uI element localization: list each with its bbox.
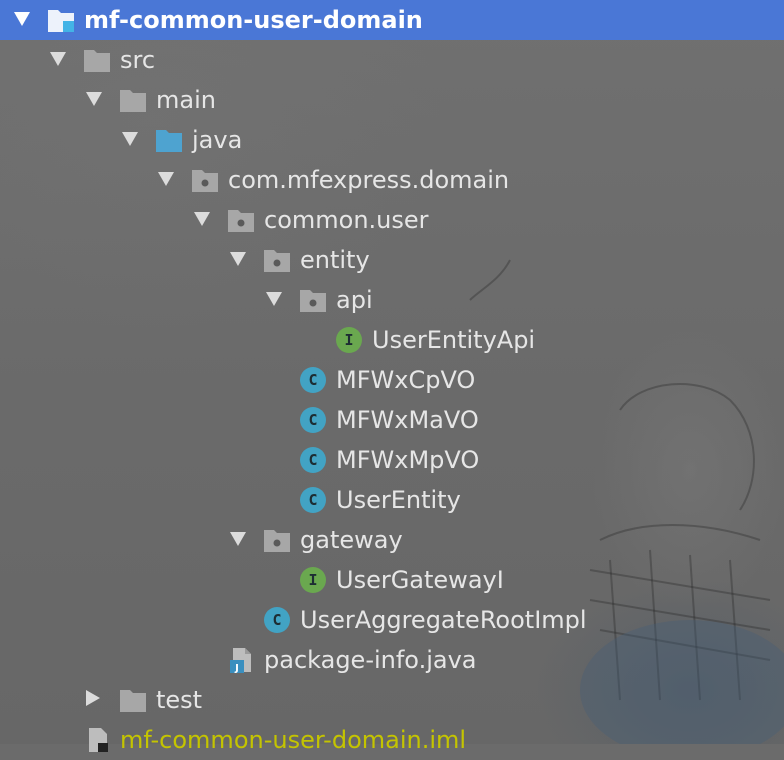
tree-row-user-gateway-i[interactable]: I UserGatewayI <box>0 560 784 600</box>
tree-row-root[interactable]: mf-common-user-domain <box>0 0 784 40</box>
tree-item-label: mf-common-user-domain <box>84 6 423 34</box>
folder-icon <box>83 47 111 73</box>
tree-item-label: java <box>192 126 243 154</box>
svg-text:J: J <box>234 663 239 673</box>
chevron-down-icon[interactable] <box>230 252 246 266</box>
tree-row-src[interactable]: src <box>0 40 784 80</box>
chevron-down-icon[interactable] <box>158 172 174 186</box>
tree-item-label: test <box>156 686 203 714</box>
chevron-right-icon[interactable] <box>86 690 100 706</box>
tree-item-label: mf-common-user-domain.iml <box>120 726 467 754</box>
tree-row-test[interactable]: test <box>0 680 784 720</box>
source-root-folder-icon <box>155 127 183 153</box>
tree-row-gateway[interactable]: gateway <box>0 520 784 560</box>
tree-item-label: entity <box>300 246 370 274</box>
tree-row-mfwxcpvo[interactable]: C MFWxCpVO <box>0 360 784 400</box>
chevron-down-icon[interactable] <box>266 292 282 306</box>
iml-file-icon <box>84 727 112 753</box>
tree-row-mfwxmpvo[interactable]: C MFWxMpVO <box>0 440 784 480</box>
tree-row-main[interactable]: main <box>0 80 784 120</box>
tree-row-user-entity-api[interactable]: I UserEntityApi <box>0 320 784 360</box>
package-icon <box>227 207 255 233</box>
folder-icon <box>119 87 147 113</box>
package-icon <box>263 527 291 553</box>
tree-item-label: gateway <box>300 526 403 554</box>
chevron-down-icon[interactable] <box>122 132 138 146</box>
tree-item-label: MFWxMpVO <box>336 446 480 474</box>
tree-item-label: com.mfexpress.domain <box>228 166 510 194</box>
package-icon <box>263 247 291 273</box>
tree-row-iml[interactable]: mf-common-user-domain.iml <box>0 720 784 760</box>
folder-icon <box>119 687 147 713</box>
tree-row-api[interactable]: api <box>0 280 784 320</box>
tree-item-label: package-info.java <box>264 646 477 674</box>
module-folder-icon <box>47 7 75 33</box>
tree-item-label: src <box>120 46 156 74</box>
tree-item-label: UserGatewayI <box>336 566 504 594</box>
tree-row-user-entity[interactable]: C UserEntity <box>0 480 784 520</box>
tree-item-label: main <box>156 86 216 114</box>
tree-row-package-info[interactable]: J package-info.java <box>0 640 784 680</box>
tree-row-common-user[interactable]: common.user <box>0 200 784 240</box>
tree-row-java[interactable]: java <box>0 120 784 160</box>
tree-item-label: UserAggregateRootImpl <box>300 606 587 634</box>
tree-item-label: UserEntity <box>336 486 461 514</box>
tree-row-mfwxmavo[interactable]: C MFWxMaVO <box>0 400 784 440</box>
tree-row-entity[interactable]: entity <box>0 240 784 280</box>
tree-item-label: common.user <box>264 206 429 234</box>
tree-row-com-mfexpress-domain[interactable]: com.mfexpress.domain <box>0 160 784 200</box>
tree-row-user-aggregate-root-impl[interactable]: C UserAggregateRootImpl <box>0 600 784 640</box>
class-icon: C <box>300 487 326 513</box>
class-icon: C <box>264 607 290 633</box>
java-file-icon: J <box>228 647 256 673</box>
tree-item-label: MFWxCpVO <box>336 366 476 394</box>
class-icon: C <box>300 407 326 433</box>
tree-item-label: MFWxMaVO <box>336 406 479 434</box>
chevron-down-icon[interactable] <box>230 532 246 546</box>
package-icon <box>191 167 219 193</box>
chevron-down-icon[interactable] <box>14 12 30 26</box>
interface-icon: I <box>336 327 362 353</box>
class-icon: C <box>300 367 326 393</box>
chevron-down-icon[interactable] <box>194 212 210 226</box>
project-tree: mf-common-user-domain src main java com.… <box>0 0 784 754</box>
package-icon <box>299 287 327 313</box>
tree-item-label: UserEntityApi <box>372 326 536 354</box>
interface-icon: I <box>300 567 326 593</box>
chevron-down-icon[interactable] <box>86 92 102 106</box>
chevron-down-icon[interactable] <box>50 52 66 66</box>
tree-item-label: api <box>336 286 373 314</box>
class-icon: C <box>300 447 326 473</box>
